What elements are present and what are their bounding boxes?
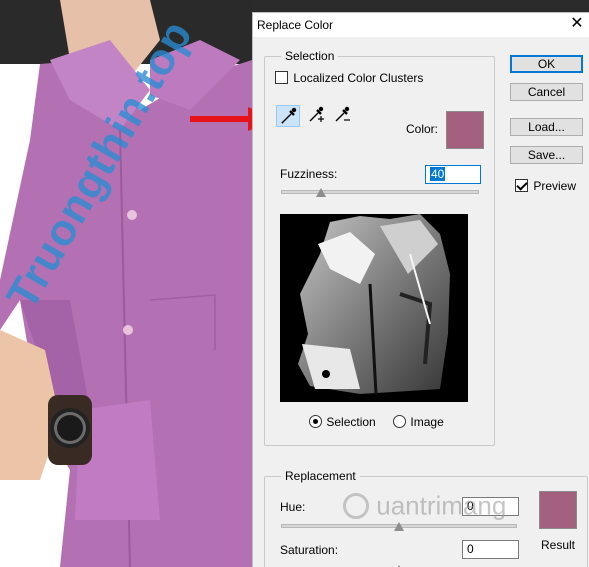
fuzziness-input[interactable]: 40 (425, 165, 481, 184)
eyedropper-plus-icon (309, 106, 324, 122)
quantrimang-text: uantrimang (376, 490, 507, 521)
hue-label: Hue: (280, 500, 306, 514)
localized-clusters-label: Localized Color Clusters (293, 70, 424, 85)
selection-preview (280, 214, 468, 402)
fuzziness-slider-track[interactable] (281, 190, 479, 194)
preview-option[interactable]: Preview (515, 178, 576, 193)
color-label: Color: (406, 122, 439, 136)
result-label: Result (541, 538, 576, 552)
localized-clusters-checkbox[interactable] (275, 71, 288, 85)
save-button[interactable]: Save... (510, 146, 583, 164)
eyedropper-minus-icon (335, 106, 350, 122)
image-radio[interactable] (393, 415, 407, 429)
replacement-legend: Replacement (281, 469, 360, 483)
replace-color-dialog: Replace Color ✕ Selection Localized Colo… (252, 12, 589, 567)
replacement-group: Replacement Hue: 0 Saturation: 0 Result … (264, 469, 588, 567)
selection-group: Selection Localized Color Clusters Color… (264, 49, 495, 446)
preview-checkbox[interactable] (515, 179, 528, 193)
close-icon[interactable]: ✕ (568, 14, 586, 34)
result-color-swatch[interactable] (539, 491, 577, 529)
lightbulb-icon (343, 493, 369, 520)
dialog-title: Replace Color (257, 18, 334, 32)
fuzziness-value: 40 (430, 167, 446, 181)
selection-radio[interactable] (309, 415, 322, 429)
saturation-input[interactable]: 0 (462, 540, 519, 559)
fuzziness-slider-thumb[interactable] (315, 188, 326, 197)
image-radio-label[interactable]: Image (410, 415, 443, 429)
mode-radio-group: Selection Image (309, 414, 444, 429)
eyedropper-plus-tool[interactable] (304, 105, 328, 127)
eyedropper-minus-tool[interactable] (330, 105, 354, 127)
fuzziness-label: Fuzziness: (280, 167, 338, 181)
selection-color-swatch[interactable] (446, 111, 484, 149)
saturation-value: 0 (467, 542, 474, 556)
quantrimang-watermark: uantrimang (343, 489, 506, 522)
selection-mask-image (298, 214, 450, 395)
dialog-titlebar[interactable]: Replace Color ✕ (253, 13, 589, 37)
selection-radio-label[interactable]: Selection (326, 415, 375, 429)
ok-button[interactable]: OK (510, 55, 583, 73)
eyedropper-tool[interactable] (276, 105, 300, 127)
hue-slider-thumb[interactable] (394, 522, 404, 531)
eyedropper-icon (281, 107, 297, 124)
localized-clusters-option[interactable]: Localized Color Clusters (275, 70, 423, 85)
saturation-label: Saturation: (280, 543, 339, 557)
preview-label: Preview (533, 178, 577, 193)
selection-legend: Selection (281, 49, 339, 63)
load-button[interactable]: Load... (510, 118, 583, 136)
background-photo: Truongthin.top (0, 0, 252, 567)
cancel-button[interactable]: Cancel (510, 83, 583, 101)
